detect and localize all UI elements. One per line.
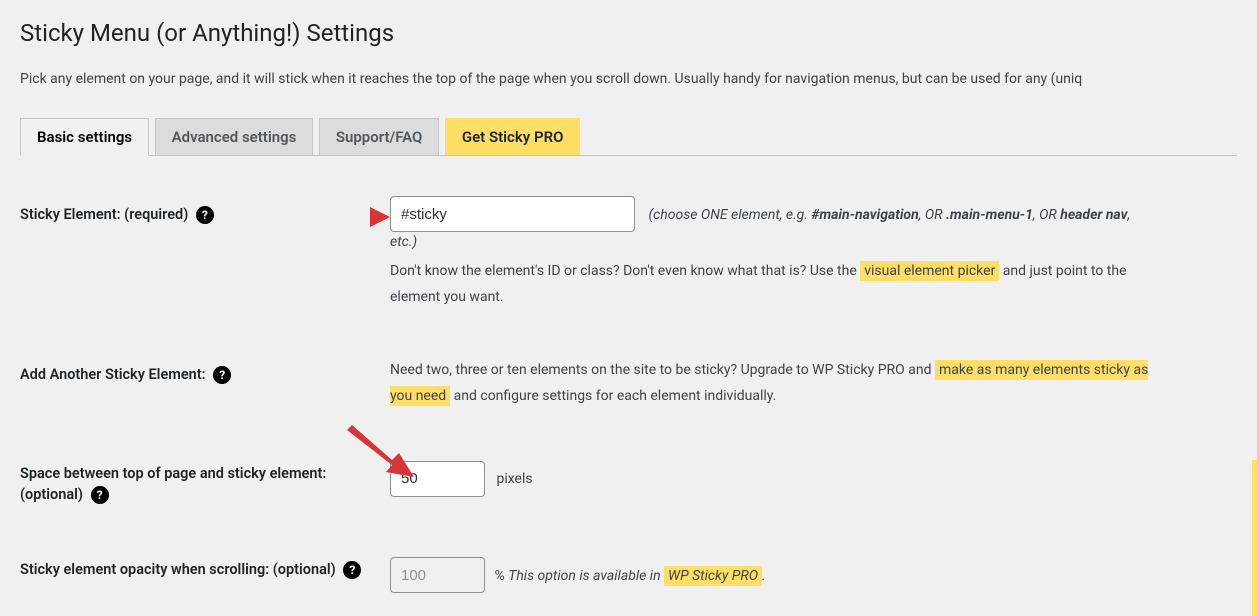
sticky-element-input[interactable] <box>390 196 635 232</box>
row-opacity: Sticky element opacity when scrolling: (… <box>20 551 1237 593</box>
help-icon[interactable]: ? <box>196 206 214 224</box>
label-opacity: Sticky element opacity when scrolling: (… <box>20 561 336 578</box>
label-add-another: Add Another Sticky Element: <box>20 366 206 383</box>
row-add-another: Add Another Sticky Element: ? Need two, … <box>20 356 1237 410</box>
label-space: Space between top of page and sticky ele… <box>20 465 326 504</box>
row-space: Space between top of page and sticky ele… <box>20 455 1237 507</box>
row-sticky-element: Sticky Element: (required) ? (choose ONE… <box>20 196 1237 311</box>
pro-link[interactable]: WP Sticky PRO <box>664 566 762 586</box>
opacity-input <box>390 557 485 593</box>
arrow-icon <box>342 425 417 485</box>
page-title: Sticky Menu (or Anything!) Settings <box>20 10 1237 51</box>
scrollbar-indicator[interactable] <box>1252 460 1257 616</box>
help-icon[interactable]: ? <box>343 561 361 579</box>
help-icon[interactable]: ? <box>213 366 231 384</box>
description-text: Don't know the element's ID or class? Do… <box>390 259 1150 311</box>
help-icon[interactable]: ? <box>91 486 109 504</box>
description-text: Need two, three or ten elements on the s… <box>390 358 1150 410</box>
unit-label: pixels <box>496 471 532 487</box>
visual-picker-link[interactable]: visual element picker <box>860 261 999 281</box>
label-sticky-element: Sticky Element: (required) <box>20 206 188 223</box>
tab-wrapper: Basic settings Advanced settings Support… <box>20 118 1237 156</box>
tab-support-faq[interactable]: Support/FAQ <box>319 118 440 155</box>
page-intro: Pick any element on your page, and it wi… <box>20 69 1237 90</box>
tab-advanced-settings[interactable]: Advanced settings <box>155 118 314 155</box>
tab-get-sticky-pro[interactable]: Get Sticky PRO <box>445 118 581 155</box>
tab-basic-settings[interactable]: Basic settings <box>20 118 149 156</box>
arrow-icon <box>330 202 390 232</box>
unit-label: % This option is available in WP Sticky … <box>494 568 765 584</box>
